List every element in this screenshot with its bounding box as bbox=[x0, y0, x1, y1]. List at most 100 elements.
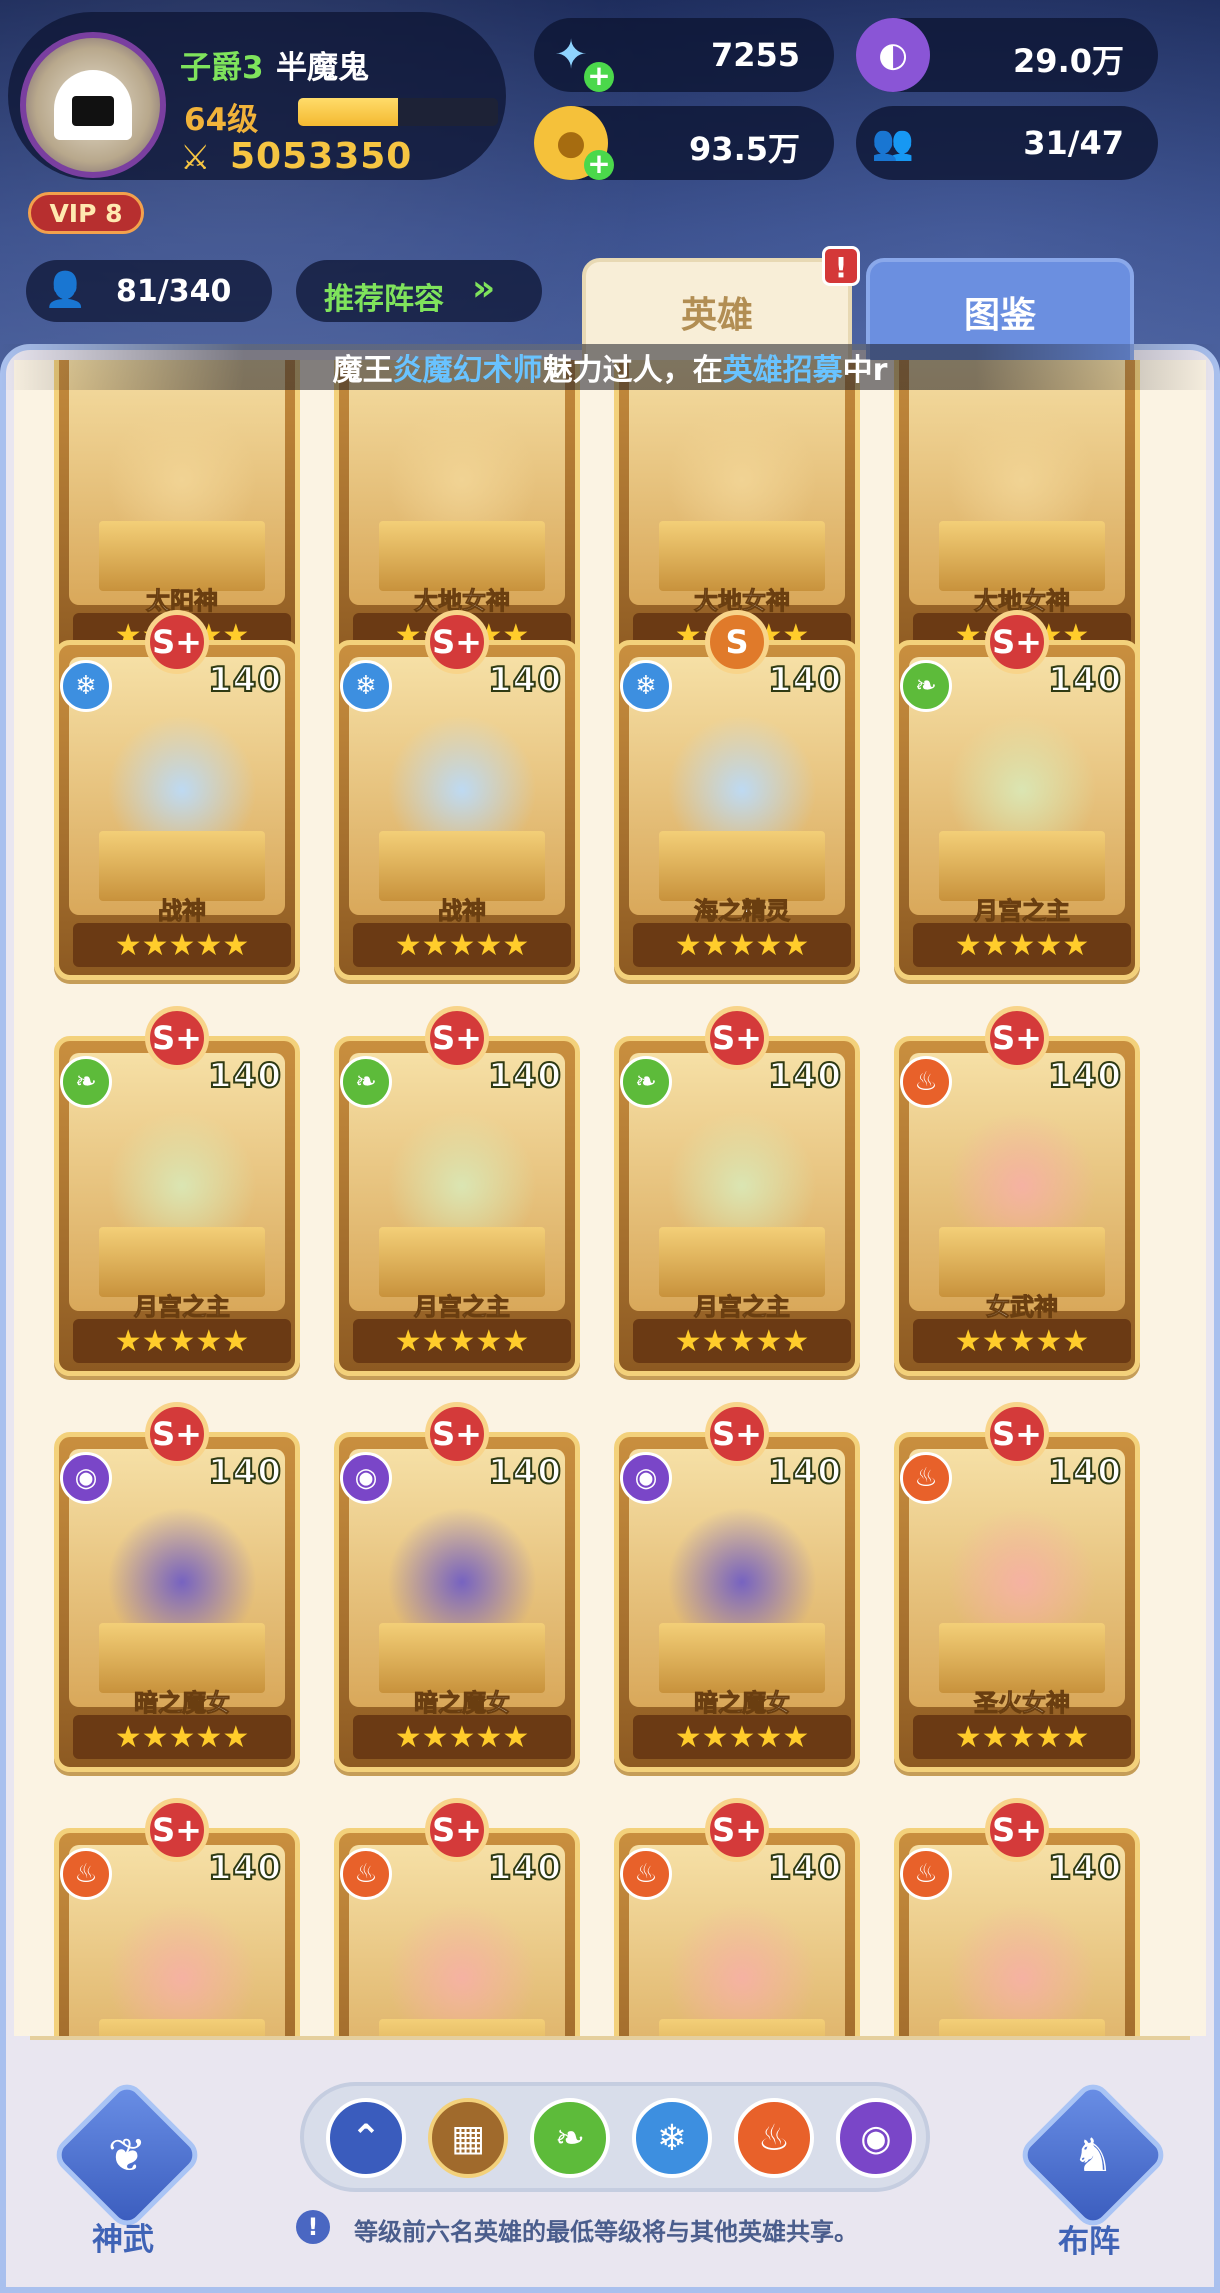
hero-card[interactable]: 女武神 瓦尔基里 ★★★★★ S+♨140 bbox=[894, 1006, 1140, 1378]
hero-grade-badge: S+ bbox=[145, 1798, 209, 1862]
crystal-resource[interactable]: ✦ + 7255 bbox=[534, 18, 834, 92]
hero-card[interactable]: 暗之魔女 美狄亚 ★★★★★ S+◉140 bbox=[614, 1402, 860, 1774]
group-icon: 👥 bbox=[871, 123, 915, 163]
wood-element-icon: ❧ bbox=[900, 660, 952, 712]
hero-grade-badge: S bbox=[705, 610, 769, 674]
exp-bar-fill bbox=[298, 98, 398, 126]
player-level: 64级 bbox=[184, 102, 259, 138]
purple-currency-value: 29.0万 bbox=[1013, 42, 1124, 80]
chess-knight-icon: ♞ bbox=[1072, 2128, 1114, 2182]
filter-all-icon[interactable]: ▦ bbox=[428, 2098, 508, 2178]
hero-grid[interactable]: 太阳神 羲和 ★★★★★ 大地女神 盖亚 ★★★★★ 大地女神 盖亚 ★★★★★ bbox=[14, 360, 1206, 2036]
ice-element-icon: ❄ bbox=[340, 660, 392, 712]
vip-badge[interactable]: VIP 8 bbox=[28, 192, 144, 234]
add-crystal-icon[interactable]: + bbox=[584, 62, 614, 92]
fire-element-icon: ♨ bbox=[900, 1056, 952, 1108]
hero-grade-badge: S+ bbox=[985, 610, 1049, 674]
hero-stars: ★★★★★ bbox=[913, 1715, 1131, 1759]
element-filter-bar: ⌃ ▦ ❧ ❄ ♨ ◉ bbox=[300, 2082, 930, 2192]
hero-level: 140 bbox=[1047, 1847, 1122, 1889]
dark-element-icon: ◉ bbox=[620, 1452, 672, 1504]
player-avatar[interactable] bbox=[20, 32, 166, 178]
hero-grade-badge: S+ bbox=[705, 1402, 769, 1466]
crystal-value: 7255 bbox=[710, 36, 800, 74]
hero-level: 140 bbox=[1047, 659, 1122, 701]
hero-level: 140 bbox=[487, 659, 562, 701]
hero-card[interactable]: 月宫之主 嫦娥 ★★★★★ S+❧140 bbox=[54, 1006, 300, 1378]
hero-card[interactable]: ★★★★★ S+♨140 bbox=[334, 1798, 580, 2036]
divine-weapon-label: 神武 bbox=[92, 2222, 154, 2258]
recommend-lineup-button[interactable]: 推荐阵容 » bbox=[296, 260, 542, 322]
hero-pedestal bbox=[939, 2019, 1105, 2036]
hero-pedestal bbox=[379, 2019, 545, 2036]
hero-card[interactable]: ★★★★★ S+♨140 bbox=[894, 1798, 1140, 2036]
hero-level: 140 bbox=[487, 1055, 562, 1097]
hero-card[interactable]: 月宫之主 嫦娥 ★★★★★ S+❧140 bbox=[334, 1006, 580, 1378]
hero-grade-badge: S+ bbox=[145, 1402, 209, 1466]
recommend-label: 推荐阵容 bbox=[324, 282, 444, 317]
gold-resource[interactable]: ● + 93.5万 bbox=[534, 106, 834, 180]
filter-upgrade-icon[interactable]: ⌃ bbox=[326, 2098, 406, 2178]
double-chevron-icon: » bbox=[472, 268, 496, 309]
filter-ice-icon[interactable]: ❄ bbox=[632, 2098, 712, 2178]
dark-element-icon: ◉ bbox=[60, 1452, 112, 1504]
avatar-hood-icon bbox=[54, 70, 132, 140]
hero-grade-badge: S+ bbox=[985, 1798, 1049, 1862]
filter-wood-icon[interactable]: ❧ bbox=[530, 2098, 610, 2178]
friends-resource[interactable]: 👥 31/47 bbox=[856, 106, 1158, 180]
hero-stars: ★★★★★ bbox=[633, 1319, 851, 1363]
hero-card[interactable]: 月宫之主 嫦娥 ★★★★★ S+❧140 bbox=[894, 610, 1140, 982]
wood-element-icon: ❧ bbox=[620, 1056, 672, 1108]
friends-value: 31/47 bbox=[1023, 124, 1124, 162]
hero-grade-badge: S+ bbox=[985, 1402, 1049, 1466]
purple-coin-icon: ◐ bbox=[856, 18, 930, 92]
hero-card[interactable]: 暗之魔女 美狄亚 ★★★★★ S+◉140 bbox=[334, 1402, 580, 1774]
hero-stars: ★★★★★ bbox=[913, 923, 1131, 967]
player-profile-panel[interactable]: 子爵3 半魔鬼 64级 ⚔ 5053350 bbox=[8, 12, 506, 180]
hero-card[interactable]: 圣火女神 赫斯提亚 ★★★★★ S+♨140 bbox=[894, 1402, 1140, 1774]
hero-level: 140 bbox=[767, 1847, 842, 1889]
hero-card[interactable]: ★★★★★ S+♨140 bbox=[54, 1798, 300, 2036]
hero-grade-badge: S+ bbox=[425, 1402, 489, 1466]
hero-card[interactable]: 暗之魔女 美狄亚 ★★★★★ S+◉140 bbox=[54, 1402, 300, 1774]
hero-stars: ★★★★★ bbox=[73, 1319, 291, 1363]
marquee-highlight-1: 炎魔幻术师 bbox=[392, 353, 543, 388]
wood-element-icon: ❧ bbox=[60, 1056, 112, 1108]
winged-emblem-icon: ❦ bbox=[107, 2128, 147, 2182]
purple-currency-resource[interactable]: ◐ 29.0万 bbox=[856, 18, 1158, 92]
hero-level: 140 bbox=[767, 659, 842, 701]
add-gold-icon[interactable]: + bbox=[584, 150, 614, 180]
hero-level: 140 bbox=[1047, 1055, 1122, 1097]
fire-element-icon: ♨ bbox=[60, 1848, 112, 1900]
ice-element-icon: ❄ bbox=[620, 660, 672, 712]
filter-dark-icon[interactable]: ◉ bbox=[836, 2098, 916, 2178]
hero-card[interactable]: 海之精灵 梦幻 ★★★★★ S❄140 bbox=[614, 610, 860, 982]
hero-level: 140 bbox=[207, 1055, 282, 1097]
marquee-text-2: 魅力过人，在 bbox=[542, 353, 723, 388]
hero-level: 140 bbox=[767, 1451, 842, 1493]
formation-label: 布阵 bbox=[1058, 2224, 1120, 2260]
marquee-text-3: 中r bbox=[842, 353, 888, 388]
hero-stars: ★★★★★ bbox=[353, 1715, 571, 1759]
grid-divider bbox=[30, 2036, 1190, 2040]
hero-grade-badge: S+ bbox=[985, 1006, 1049, 1070]
dark-element-icon: ◉ bbox=[340, 1452, 392, 1504]
hero-pedestal bbox=[659, 2019, 825, 2036]
hero-card[interactable]: 战神 伊米尔 ★★★★★ S+❄140 bbox=[54, 610, 300, 982]
hero-stars: ★★★★★ bbox=[913, 1319, 1131, 1363]
announcement-marquee: 魔王 炎魔幻术师 魅力过人，在 英雄招募 中r bbox=[0, 344, 1220, 390]
hero-card[interactable]: 月宫之主 嫦娥 ★★★★★ S+❧140 bbox=[614, 1006, 860, 1378]
hero-level: 140 bbox=[487, 1847, 562, 1889]
hero-stars: ★★★★★ bbox=[73, 1715, 291, 1759]
hero-grade-badge: S+ bbox=[425, 1006, 489, 1070]
filter-fire-icon[interactable]: ♨ bbox=[734, 2098, 814, 2178]
fire-element-icon: ♨ bbox=[340, 1848, 392, 1900]
hero-card[interactable]: 战神 伊米尔 ★★★★★ S+❄140 bbox=[334, 610, 580, 982]
fire-element-icon: ♨ bbox=[900, 1452, 952, 1504]
hero-card[interactable]: ★★★★★ S+♨140 bbox=[614, 1798, 860, 2036]
hero-level: 140 bbox=[1047, 1451, 1122, 1493]
crossed-swords-icon: ⚔ bbox=[180, 138, 211, 178]
hero-stars: ★★★★★ bbox=[353, 923, 571, 967]
hero-level: 140 bbox=[207, 659, 282, 701]
hero-level: 140 bbox=[767, 1055, 842, 1097]
